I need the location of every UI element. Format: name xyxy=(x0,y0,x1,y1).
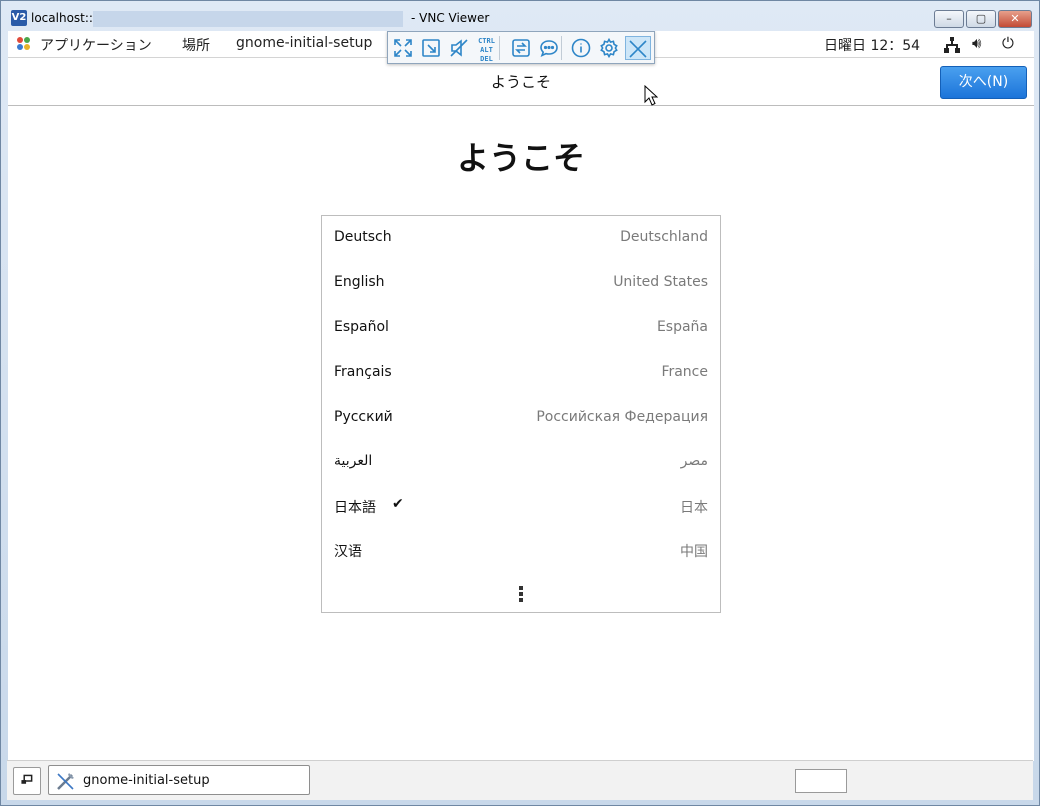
language-country: United States xyxy=(613,274,708,290)
taskbar-task-gnome-initial-setup[interactable]: gnome-initial-setup xyxy=(48,765,310,795)
bottom-taskbar: gnome-initial-setup xyxy=(7,760,1033,800)
language-name: Русский xyxy=(334,409,393,425)
language-row[interactable]: 日本語 ✔ 日本 xyxy=(322,484,720,528)
workspace-switcher[interactable] xyxy=(795,769,847,793)
window-title-app: - VNC Viewer xyxy=(411,11,490,25)
close-window-button[interactable]: ✕ xyxy=(998,10,1032,28)
language-country: Deutschland xyxy=(620,229,708,245)
language-row[interactable]: Deutsch Deutschland xyxy=(322,216,720,260)
gnome-foot-icon xyxy=(17,37,31,51)
window-title-host: localhost:: xyxy=(31,11,93,25)
fullscreen-icon[interactable] xyxy=(390,36,416,60)
language-row[interactable]: English United States xyxy=(322,261,720,305)
vnc-viewer-window: V2 localhost:: - VNC Viewer – ▢ ✕ アプリケーシ… xyxy=(0,0,1040,806)
volume-icon[interactable]: 🔊︎ xyxy=(972,34,981,52)
ctrl-alt-del-icon[interactable]: CTRL ALT DEL xyxy=(474,36,500,63)
window-titlebar[interactable]: V2 localhost:: - VNC Viewer – ▢ ✕ xyxy=(1,1,1039,31)
next-button[interactable]: 次へ(N) xyxy=(940,66,1027,99)
chat-icon[interactable] xyxy=(536,36,562,60)
language-row[interactable]: Español España xyxy=(322,306,720,350)
network-icon[interactable] xyxy=(944,37,960,53)
remote-screen[interactable]: アプリケーション 場所 gnome-initial-setup 日曜日 12：5… xyxy=(8,31,1034,761)
del-label: DEL xyxy=(480,55,493,63)
language-name: 汉语 xyxy=(334,544,362,560)
minimize-button[interactable]: – xyxy=(934,10,964,28)
settings-icon[interactable] xyxy=(596,36,622,60)
clock[interactable]: 日曜日 12：54 xyxy=(824,35,920,55)
language-country: France xyxy=(661,364,708,380)
language-name: العربية xyxy=(334,453,373,469)
alt-label: ALT xyxy=(480,46,493,54)
vnc-toolbar: CTRL ALT DEL xyxy=(387,31,655,64)
power-icon[interactable]: ⏻ xyxy=(1002,34,1014,52)
maximize-button[interactable]: ▢ xyxy=(966,10,996,28)
mute-icon[interactable] xyxy=(446,36,472,60)
language-country: مصر xyxy=(680,453,708,469)
more-languages-icon[interactable] xyxy=(518,586,524,604)
header-bar: ようこそ 次へ(N) xyxy=(8,58,1034,106)
page-title: ようこそ xyxy=(456,139,585,177)
language-row[interactable]: 汉语 中国 xyxy=(322,528,720,572)
show-desktop-button[interactable] xyxy=(13,767,41,795)
applications-menu[interactable]: アプリケーション xyxy=(40,35,152,55)
language-name: Deutsch xyxy=(334,229,392,245)
vnc-app-icon: V2 xyxy=(11,10,27,26)
redacted-title-region xyxy=(93,11,403,27)
language-country: 中国 xyxy=(680,544,708,560)
language-list[interactable]: 汉语 中国 日本語 ✔ 日本 العربية مصر Русский Российская Фе… xyxy=(321,215,721,613)
places-menu[interactable]: 場所 xyxy=(182,35,210,55)
transfer-icon[interactable] xyxy=(508,36,534,60)
info-icon[interactable] xyxy=(568,36,594,60)
show-desktop-icon xyxy=(21,774,33,784)
language-row[interactable]: Français France xyxy=(322,351,720,395)
language-name: Français xyxy=(334,364,392,380)
selected-check-icon: ✔ xyxy=(392,496,404,512)
language-country: Российская Федерация xyxy=(536,409,708,425)
language-country: España xyxy=(656,319,708,335)
task-label: gnome-initial-setup xyxy=(83,773,210,788)
header-title: ようこそ xyxy=(490,73,551,91)
language-name: Español xyxy=(334,319,389,335)
language-name: 日本語 xyxy=(334,500,376,516)
setup-tool-icon xyxy=(57,773,74,790)
close-icon[interactable] xyxy=(625,36,651,60)
language-row[interactable]: Русский Российская Федерация xyxy=(322,396,720,440)
language-row[interactable]: العربية مصر xyxy=(322,440,720,484)
mouse-cursor-icon xyxy=(644,85,658,106)
language-name: English xyxy=(334,274,385,290)
scale-icon[interactable] xyxy=(418,36,444,60)
ctrl-label: CTRL xyxy=(478,37,495,45)
language-country: 日本 xyxy=(680,500,708,516)
active-app-menu[interactable]: gnome-initial-setup xyxy=(236,35,372,51)
